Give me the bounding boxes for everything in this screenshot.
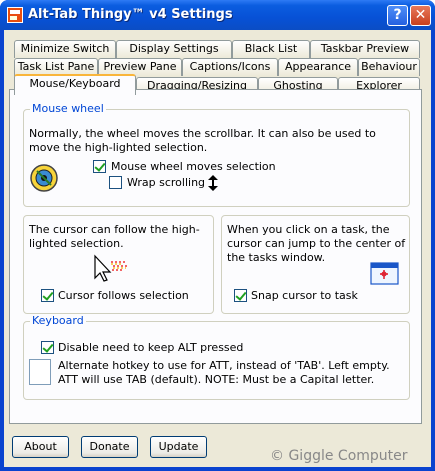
tab-captions-icons[interactable]: Captions/Icons (182, 58, 278, 76)
mouse-wheel-moves-selection-checkbox[interactable] (93, 160, 106, 173)
disable-alt-label[interactable]: Disable need to keep ALT pressed (58, 341, 243, 355)
tab-mouse-keyboard[interactable]: Mouse/Keyboard (14, 74, 136, 95)
donate-button[interactable]: Donate (81, 436, 138, 458)
scroll-arrows-icon (208, 175, 218, 191)
cursor-snap-description: When you click on a task, the cursor can… (227, 223, 406, 264)
close-icon: ✕ (414, 7, 427, 23)
mouse-wheel-moves-selection-label[interactable]: Mouse wheel moves selection (111, 160, 276, 174)
snap-cursor-label[interactable]: Snap cursor to task (251, 289, 358, 303)
window-title: Alt-Tab Thingy™ v4 Settings (28, 7, 233, 22)
mouse-keyboard-panel: Mouse wheel Normally, the wheel moves th… (9, 89, 422, 424)
update-button[interactable]: Update (150, 436, 207, 458)
keyboard-group: Keyboard Disable need to keep ALT presse… (23, 314, 410, 400)
keyboard-group-label: Keyboard (30, 314, 86, 327)
mouse-wheel-description: Normally, the wheel moves the scrollbar.… (29, 127, 376, 154)
cursor-trail-icon (94, 254, 127, 282)
wrap-scrolling-label[interactable]: Wrap scrolling (127, 176, 205, 190)
tab-behaviour[interactable]: Behaviour (358, 58, 420, 76)
cursor-follow-description: The cursor can follow the high-lighted s… (29, 223, 200, 250)
mouse-wheel-group: Mouse wheel Normally, the wheel moves th… (23, 102, 410, 207)
cursor-follows-selection-checkbox[interactable] (41, 289, 54, 302)
cursor-follow-group: The cursor can follow the high-lighted s… (23, 215, 214, 314)
snap-cursor-checkbox[interactable] (234, 289, 247, 302)
tab-appearance[interactable]: Appearance (278, 58, 358, 76)
cursor-snap-group: When you click on a task, the cursor can… (221, 215, 410, 314)
about-button[interactable]: About (12, 436, 69, 458)
tab-taskbar-preview[interactable]: Taskbar Preview (310, 40, 420, 58)
help-icon: ? (393, 7, 402, 23)
window-target-icon (370, 262, 399, 285)
watermark: © Giggle Computer (270, 448, 408, 464)
mouse-wheel-icon (30, 164, 58, 192)
disable-alt-checkbox[interactable] (41, 341, 54, 354)
tab-black-list[interactable]: Black List (232, 40, 310, 58)
mouse-wheel-group-label: Mouse wheel (30, 102, 106, 115)
wrap-scrolling-checkbox[interactable] (109, 176, 122, 189)
title-bar[interactable]: Alt-Tab Thingy™ v4 Settings ? ✕ (0, 0, 435, 30)
hotkey-input[interactable] (29, 359, 51, 385)
tab-minimize-switch[interactable]: Minimize Switch (14, 40, 116, 58)
help-button[interactable]: ? (387, 5, 408, 26)
cursor-follows-selection-label[interactable]: Cursor follows selection (58, 289, 189, 303)
tab-display-settings[interactable]: Display Settings (116, 40, 232, 58)
hotkey-description: Alternate hotkey to use for ATT, instead… (58, 359, 390, 386)
app-icon (7, 7, 23, 23)
close-button[interactable]: ✕ (410, 5, 431, 26)
